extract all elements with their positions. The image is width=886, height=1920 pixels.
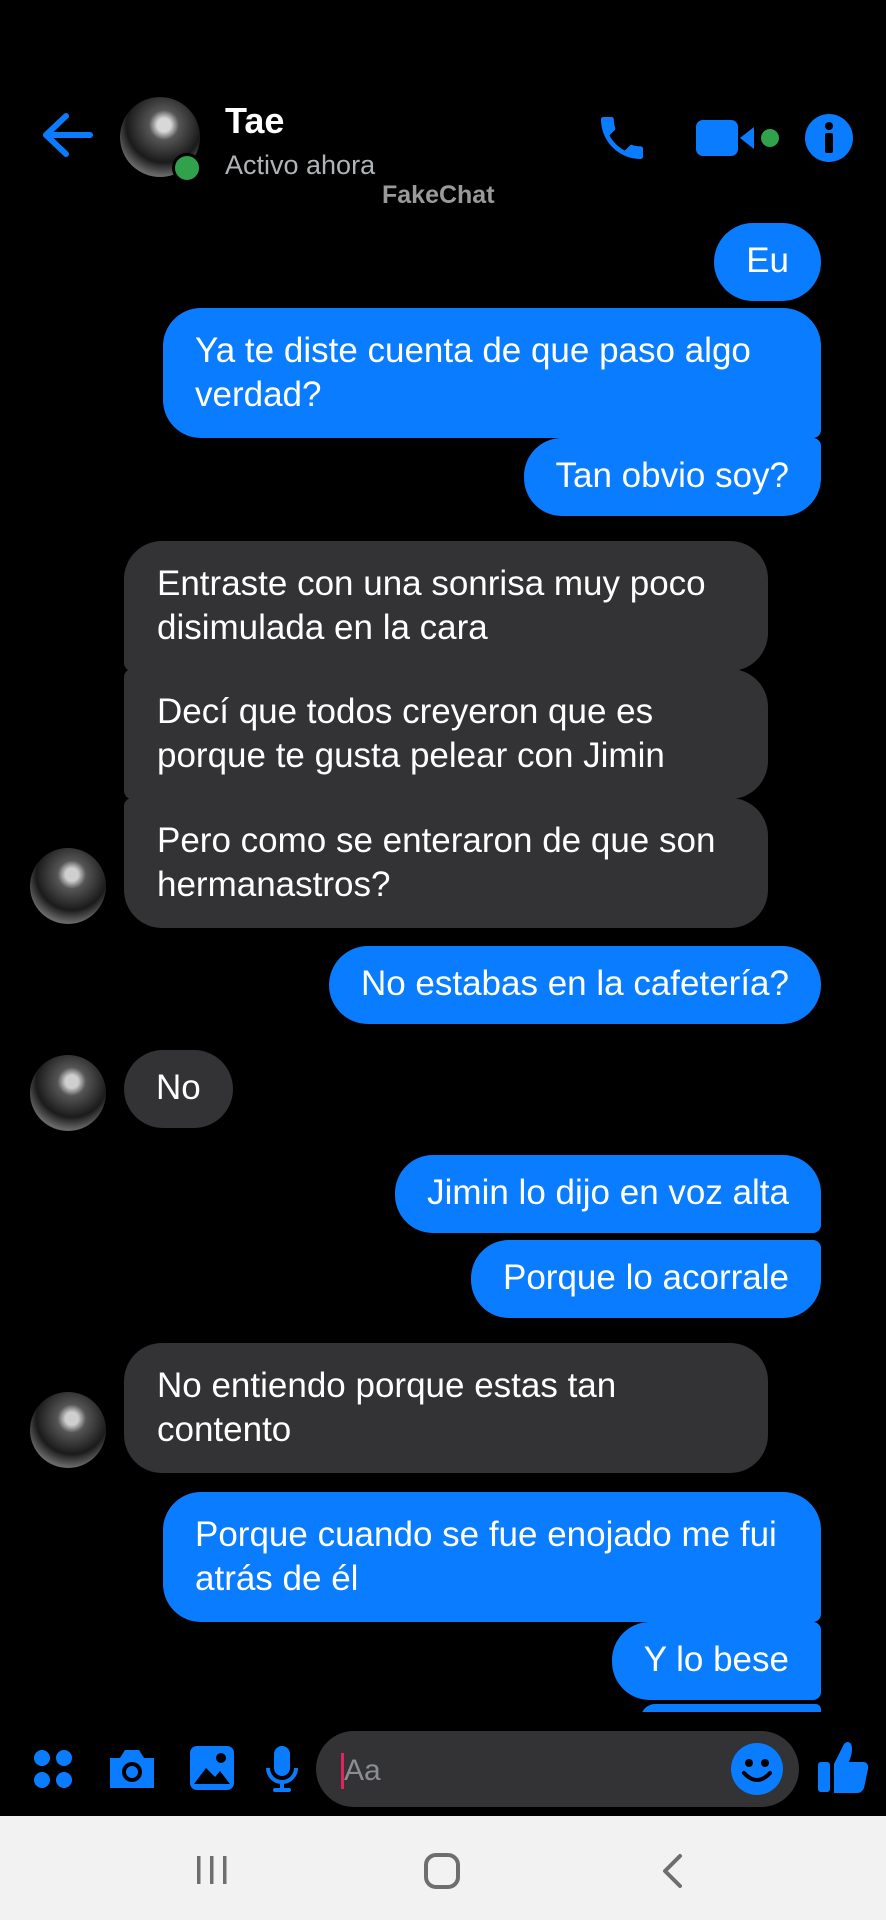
message-incoming[interactable]: No bbox=[124, 1050, 233, 1128]
info-icon[interactable] bbox=[804, 113, 854, 163]
message-incoming[interactable]: Entraste con una sonrisa muy poco disimu… bbox=[124, 541, 768, 671]
message-outgoing[interactable]: Tan obvio soy? bbox=[523, 438, 821, 516]
message-incoming[interactable]: Pero como se enteraron de que son herman… bbox=[124, 798, 768, 928]
message-outgoing[interactable]: Ya te diste cuenta de que paso algo verd… bbox=[163, 308, 821, 438]
message-incoming[interactable]: Decí que todos creyeron que es porque te… bbox=[124, 669, 768, 799]
contact-name[interactable]: Tae bbox=[225, 100, 284, 142]
online-indicator bbox=[172, 153, 202, 183]
chat-header: Tae Activo ahora FakeChat bbox=[0, 0, 886, 215]
contact-avatar-small bbox=[30, 848, 106, 924]
camera-icon[interactable] bbox=[106, 1746, 158, 1792]
back-icon[interactable] bbox=[660, 1852, 684, 1890]
message-input-placeholder: Aa bbox=[344, 1754, 381, 1787]
back-arrow-icon[interactable] bbox=[38, 110, 98, 160]
message-outgoing[interactable]: Y lo bese bbox=[611, 1622, 821, 1700]
gallery-icon[interactable] bbox=[188, 1744, 236, 1792]
contact-status: Activo ahora bbox=[225, 150, 376, 180]
contact-avatar-small bbox=[30, 1055, 106, 1131]
emoji-icon[interactable] bbox=[730, 1742, 784, 1796]
message-incoming[interactable]: No entiendo porque estas tan contento bbox=[124, 1343, 768, 1473]
home-icon[interactable] bbox=[423, 1852, 461, 1890]
microphone-icon[interactable] bbox=[264, 1744, 300, 1794]
system-navigation-bar bbox=[0, 1816, 886, 1920]
recent-apps-icon[interactable] bbox=[194, 1854, 230, 1886]
message-outgoing[interactable]: Porque lo acorrale bbox=[471, 1240, 821, 1318]
message-outgoing[interactable]: Porque cuando se fue enojado me fui atrá… bbox=[163, 1492, 821, 1622]
contact-avatar-small bbox=[30, 1392, 106, 1468]
message-outgoing[interactable]: Jimin lo dijo en voz alta bbox=[395, 1155, 821, 1233]
video-camera-icon[interactable] bbox=[696, 116, 784, 160]
message-input[interactable] bbox=[316, 1731, 799, 1807]
phone-icon[interactable] bbox=[594, 110, 650, 166]
apps-grid-icon[interactable] bbox=[32, 1748, 74, 1790]
thumbs-up-icon[interactable] bbox=[816, 1738, 870, 1796]
watermark: FakeChat bbox=[382, 181, 495, 209]
message-outgoing[interactable]: Eu bbox=[714, 223, 821, 301]
message-outgoing[interactable]: No estabas en la cafetería? bbox=[328, 946, 821, 1024]
